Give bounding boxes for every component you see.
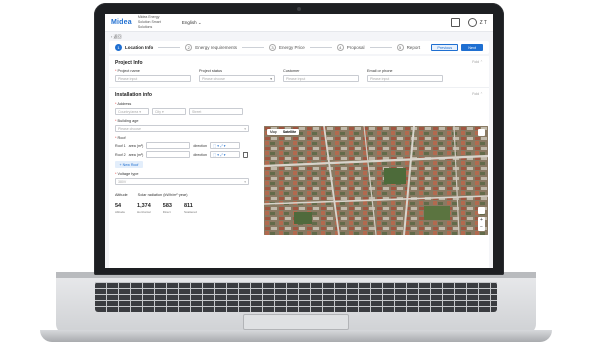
divider <box>109 87 489 88</box>
tab-map[interactable]: Map <box>267 129 280 135</box>
section-title: Project Info <box>115 60 143 66</box>
webcam <box>297 7 301 11</box>
main-form: Project Info Fold ⌃ * Project name Pleas… <box>109 56 489 268</box>
voltage-select[interactable]: 380V ▾ <box>115 178 249 185</box>
installation-form: * Address Country/area ▾ City ▾ Street *… <box>115 102 255 214</box>
email-phone-field: Email or phone Please input <box>367 69 443 82</box>
stat-direct: 583 Direct <box>162 203 172 214</box>
roof-area-input[interactable] <box>146 142 191 149</box>
customer-field: Customer Please input <box>283 69 359 82</box>
app-screen: Midea Midea Energy Solution Smart Soluti… <box>105 14 493 268</box>
zoom-control: + − <box>478 217 485 231</box>
zoom-in-button[interactable]: + <box>478 217 485 224</box>
section-title: Installation info <box>115 92 152 98</box>
map-type-tabs: Map Satellite <box>267 129 300 135</box>
laptop-base-edge <box>40 330 552 342</box>
street-input[interactable]: Street <box>189 108 243 115</box>
address-field: * Address Country/area ▾ City ▾ Street <box>115 102 255 115</box>
stat-altitude: 54 Altitude <box>115 203 126 214</box>
external-link-icon[interactable] <box>450 18 460 27</box>
fold-toggle[interactable]: Fold ⌃ <box>472 60 483 66</box>
zoom-out-button[interactable]: − <box>478 224 485 231</box>
step-report[interactable]: 5 Report <box>396 44 420 51</box>
customer-input[interactable]: Please input <box>283 75 359 82</box>
trash-icon[interactable] <box>242 151 248 158</box>
breadcrumb[interactable]: ‹ 返回 <box>105 32 493 41</box>
brand-logo: Midea <box>111 19 132 26</box>
project-info-section: Project Info Fold ⌃ <box>115 60 483 66</box>
roof-area-input[interactable] <box>146 151 191 158</box>
satellite-map[interactable]: Map Satellite + − <box>264 126 488 235</box>
next-button[interactable]: Next <box>461 44 483 51</box>
installation-info-section: Installation info Fold ⌃ <box>115 92 483 98</box>
step-connector <box>242 47 265 48</box>
previous-button[interactable]: Previous <box>431 44 459 51</box>
language-select[interactable]: English ⌄ <box>182 20 202 26</box>
step-location-info[interactable]: 1 Location Info <box>115 44 153 51</box>
new-roof-button[interactable]: + New Roof <box>115 161 143 168</box>
avatar[interactable] <box>467 18 477 27</box>
building-age-select[interactable]: Please choose ▾ <box>115 125 249 132</box>
street-view-icon[interactable] <box>478 207 485 214</box>
fold-toggle[interactable]: Fold ⌃ <box>472 92 483 98</box>
project-fields: * Project name Please input Project stat… <box>115 69 483 82</box>
stat-horizontal: 1,374 Horizontal <box>137 203 151 214</box>
user-name[interactable]: Z T <box>480 20 487 26</box>
step-connector <box>158 47 181 48</box>
roof-row: Roof 1 area (m²) direction ⬚ ▾ ⤢ ▾ <box>115 142 255 149</box>
step-proposal[interactable]: 4 Proposal <box>336 44 365 51</box>
app-subtitle: Midea Energy Solution Smart Solutions <box>137 15 161 29</box>
stepper: 1 Location Info 2 Energy requirements 3 … <box>109 41 489 54</box>
project-status-select[interactable]: Please choose ▾ <box>199 75 275 82</box>
step-connector <box>309 47 332 48</box>
step-connector <box>369 47 392 48</box>
satellite-imagery <box>264 126 488 235</box>
roof-field: * Roof Roof 1 area (m²) direction ⬚ ▾ ⤢ ▾… <box>115 136 255 168</box>
laptop-mockup: Midea Midea Energy Solution Smart Soluti… <box>0 0 591 351</box>
chevron-down-icon: ▾ <box>244 179 246 184</box>
top-bar: Midea Midea Energy Solution Smart Soluti… <box>105 14 493 32</box>
tab-satellite[interactable]: Satellite <box>280 129 299 135</box>
city-select[interactable]: City ▾ <box>152 108 186 115</box>
country-select[interactable]: Country/area ▾ <box>115 108 149 115</box>
stat-scattered: 811 Scattered <box>183 203 197 214</box>
stats-header: Altitude Solar radiation (kWh/m²·year) <box>115 193 188 197</box>
direction-select[interactable]: ⬚ ▾ ⤢ ▾ <box>209 142 240 149</box>
keyboard <box>95 282 497 312</box>
laptop-lid: Midea Midea Energy Solution Smart Soluti… <box>94 3 504 275</box>
voltage-field: * Voltage type 380V ▾ <box>115 172 255 185</box>
fullscreen-icon[interactable] <box>478 129 485 136</box>
step-energy-price[interactable]: 3 Energy Price <box>269 44 305 51</box>
solar-stats: 54 Altitude 1,374 Horizontal 583 Direct 811… <box>115 203 255 214</box>
direction-select[interactable]: ⬚ ▾ ⤢ ▾ <box>209 151 240 158</box>
email-phone-input[interactable]: Please input <box>367 75 443 82</box>
project-status-field: Project status Please choose ▾ <box>199 69 275 82</box>
roof-row: Roof 2 area (m²) direction ⬚ ▾ ⤢ ▾ <box>115 151 255 158</box>
trackpad <box>243 314 349 330</box>
chevron-down-icon: ▾ <box>270 76 272 81</box>
project-name-field: * Project name Please input <box>115 69 191 82</box>
step-energy-requirements[interactable]: 2 Energy requirements <box>185 44 237 51</box>
building-age-field: * Building age Please choose ▾ <box>115 119 255 132</box>
project-name-input[interactable]: Please input <box>115 75 191 82</box>
chevron-down-icon: ▾ <box>244 126 246 131</box>
